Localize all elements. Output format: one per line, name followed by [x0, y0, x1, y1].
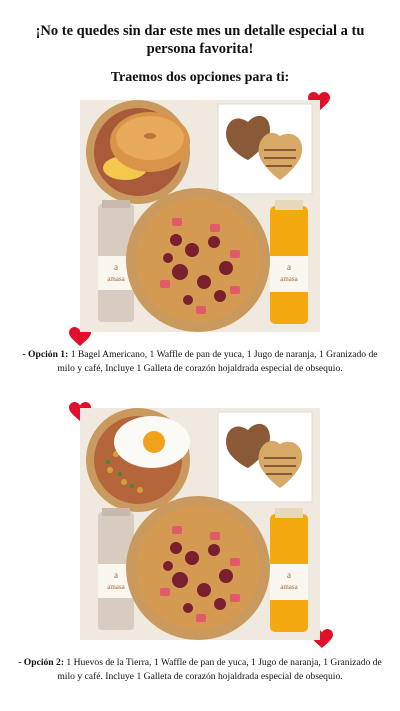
subline: Traemos dos opciones para ti:	[110, 70, 290, 85]
option-1-description: 1 Bagel Americano, 1 Waffle de pan de yu…	[57, 349, 378, 374]
bottle-label: a	[114, 262, 118, 272]
bottle-label: amasa	[107, 583, 125, 591]
bottle-label: a	[287, 262, 291, 272]
option-1-label: - Opción 1:	[22, 349, 69, 360]
bottle-label: amasa	[280, 275, 298, 283]
option-2-caption: - Opción 2: 1 Huevos de la Tierra, 1 Waf…	[14, 656, 386, 683]
option-2-description: 1 Huevos de la Tierra, 1 Waffle de pan d…	[57, 657, 382, 682]
option-1-caption: - Opción 1: 1 Bagel Americano, 1 Waffle …	[14, 348, 386, 375]
headline: ¡No te quedes sin dar este mes un detall…	[35, 23, 365, 57]
bottle-label: amasa	[280, 583, 298, 591]
combo-photo-option-2: a amasa a amasa	[80, 408, 320, 640]
bottle-label: amasa	[107, 275, 125, 283]
bottle-label: a	[114, 570, 118, 580]
combo-photo-option-1: a amasa a amasa	[80, 100, 320, 332]
bottle-label: a	[287, 570, 291, 580]
option-2-label: - Opción 2:	[18, 657, 65, 668]
